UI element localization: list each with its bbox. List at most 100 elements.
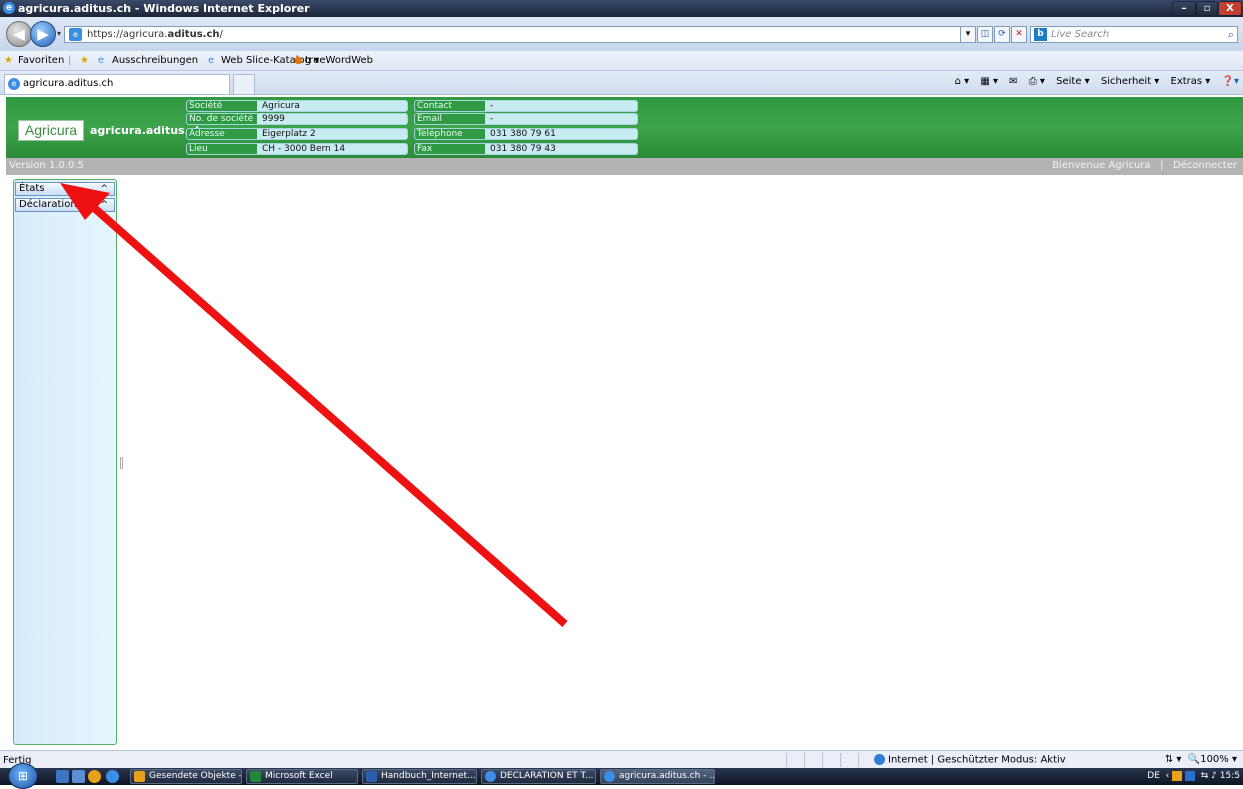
task-label: agricura.aditus.ch - ... [619,771,715,781]
search-icon[interactable]: ⌕ [1228,27,1234,42]
field-lieu: Lieu CH - 3000 Bern 14 [186,143,408,155]
zone-label: Internet | Geschützter Modus: Aktiv [888,754,1066,766]
sidebar-section-declarations[interactable]: Déclarations ^ [15,198,115,212]
tab-agricura[interactable]: e agricura.aditus.ch [4,74,230,94]
agricura-logo: Agricura [18,120,84,141]
ie-icon [485,771,496,782]
maximize-button[interactable]: ▫ [1196,1,1218,16]
logout-link[interactable]: Déconnecter [1173,160,1237,171]
fav-ausschreibungen[interactable]: Ausschreibungen [112,55,198,66]
zoom-icon: 🔍 [1187,754,1201,765]
web-slice-icon: e [208,55,215,66]
field-label: Email [415,114,485,124]
globe-icon [874,754,885,765]
live-search-icon: b [1034,28,1047,41]
task-handbuch[interactable]: Handbuch_Internet... [362,769,477,784]
sidebar-section-label: États [19,183,45,194]
home-icon[interactable]: ⌂ ▾ [955,76,970,87]
print-icon[interactable]: ⎙ ▾ [1029,76,1045,87]
close-button[interactable]: X [1218,1,1242,16]
field-societe: Société Agricura [186,100,408,112]
word-icon [366,771,377,782]
show-desktop-icon[interactable] [56,770,69,783]
address-toolbar: ◀ ▶ ▾ e https://agricura.aditus.ch/ ▾ ◫ … [0,17,1243,51]
field-adresse: Adresse Eigerplatz 2 [186,128,408,140]
clock[interactable]: 15:5 [1220,771,1240,781]
field-label: Société [187,101,257,111]
zone-arrows-icon: ⇅ ▾ [1164,754,1182,765]
back-button[interactable]: ◀ [6,21,32,47]
address-dropdown-icon[interactable]: ▾ [960,26,976,43]
fav-truewordweb[interactable]: trueWordWeb [305,55,373,66]
search-input[interactable]: b Live Search ⌕ [1030,26,1238,43]
field-value: - [490,101,494,111]
arrow-shaft [89,203,568,627]
page-menu[interactable]: Seite ▾ [1056,76,1090,87]
sidebar: États ^ Déclarations ^ [13,179,117,745]
network-icon[interactable]: ⇆ [1201,771,1209,781]
task-outlook[interactable]: Gesendete Objekte -... [130,769,242,784]
language-indicator[interactable]: DE [1147,771,1160,781]
sidebar-section-etats[interactable]: États ^ [15,182,115,196]
ie-quicklaunch-icon[interactable] [106,770,119,783]
status-divider [840,753,841,767]
zoom-control[interactable]: ⇅ ▾ 🔍100% ▾ [1165,754,1237,765]
feeds-icon[interactable]: ▦ ▾ [980,76,998,87]
task-agricura[interactable]: agricura.aditus.ch - ... [600,769,715,784]
user-area-separator: | [1160,160,1164,171]
task-excel[interactable]: Microsoft Excel [246,769,358,784]
start-button[interactable]: ⊞ [8,763,38,789]
task-label: Microsoft Excel [265,771,333,781]
app-header: Agricura agricura.aditus.ch Société Agri… [6,97,1243,158]
add-favorite-icon[interactable]: ★ [80,55,89,66]
tray-expand-icon[interactable]: ‹ [1166,771,1170,781]
field-value: CH - 3000 Bern 14 [262,144,346,154]
mail-icon[interactable]: ✉ [1009,76,1017,87]
field-value: 9999 [262,114,285,124]
compatibility-icon[interactable]: ◫ [977,26,993,43]
security-zone[interactable]: Internet | Geschützter Modus: Aktiv [874,754,1066,766]
status-bar: Fertig Internet | Geschützter Modus: Akt… [0,750,1243,768]
new-tab-button[interactable] [233,74,255,94]
stop-icon[interactable]: ✕ [1011,26,1027,43]
task-label: Gesendete Objekte -... [149,771,242,781]
field-telephone: Téléphone 031 380 79 61 [414,128,638,140]
help-icon[interactable]: ❓▾ [1222,76,1239,87]
outlook-icon [134,771,145,782]
window-title-bar: e agricura.aditus.ch - Windows Internet … [0,0,1243,17]
tools-menu[interactable]: Extras ▾ [1171,76,1211,87]
address-input[interactable]: e https://agricura.aditus.ch/ [64,26,976,43]
command-bar: ⌂ ▾ ▦ ▾ ✉ ⎙ ▾ Seite ▾ Sicherheit ▾ Extra… [947,76,1239,87]
volume-icon[interactable]: ♪ [1211,771,1217,781]
tray-firefox-icon[interactable] [1172,770,1183,781]
user-area: Bienvenue Agricura | Déconnecter [1052,160,1237,171]
minimize-button[interactable]: – [1172,1,1196,16]
status-divider [858,753,859,767]
field-value: 031 380 79 61 [490,129,556,139]
field-contact: Contact - [414,100,638,112]
switch-windows-icon[interactable] [72,770,85,783]
window-title: agricura.aditus.ch - Windows Internet Ex… [18,2,310,15]
safety-menu[interactable]: Sicherheit ▾ [1101,76,1159,87]
favorites-button[interactable]: Favoriten [18,55,64,66]
tray-media-icon[interactable] [1185,770,1195,781]
tab-bar: e agricura.aditus.ch ⌂ ▾ ▦ ▾ ✉ ⎙ ▾ Seite… [0,71,1243,95]
chevron-up-icon[interactable]: ^ [100,183,108,195]
task-declaration[interactable]: DECLARATION ET T... [481,769,596,784]
taskbar: ⊞ Gesendete Objekte -... Microsoft Excel… [0,763,1243,789]
field-value: Eigerplatz 2 [262,129,316,139]
ie-page-icon: e [98,55,105,66]
task-label: DECLARATION ET T... [500,771,594,781]
system-tray: DE ‹ ⇆ ♪ 15:5 [1147,768,1243,785]
field-label: No. de société [187,114,257,124]
firefox-icon[interactable] [88,770,101,783]
recent-pages-dropdown-icon[interactable]: ▾ [57,29,61,38]
favorites-bar: ★ Favoriten | ★ e Ausschreibungen e Web … [0,51,1243,71]
search-placeholder: Live Search [1051,29,1110,40]
chevron-up-icon[interactable]: ^ [100,199,108,211]
sidebar-section-label: Déclarations [19,199,82,210]
sidebar-splitter-handle[interactable] [120,457,123,469]
refresh-icon[interactable]: ⟳ [994,26,1010,43]
ie-icon: e [3,2,15,14]
forward-button[interactable]: ▶ [30,21,56,47]
